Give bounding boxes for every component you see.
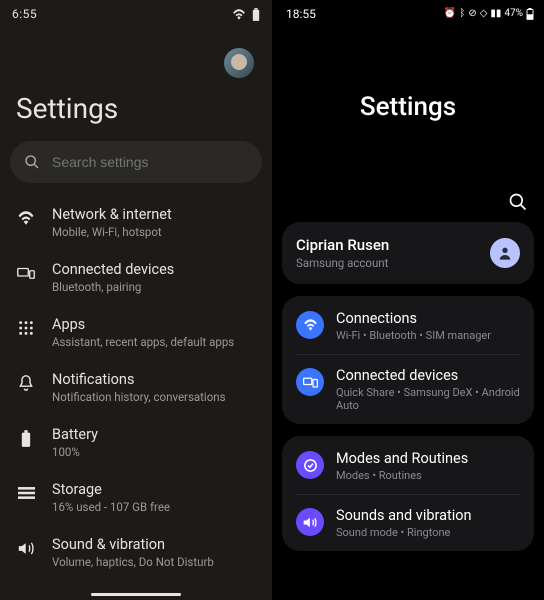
item-sub: Volume, haptics, Do Not Disturb (52, 555, 214, 569)
item-sub: Quick Share • Samsung DeX • Android Auto (336, 386, 520, 412)
samsung-settings-screen: 18:55 ⏰ ᛒ ⊘ ◇ ▮▮ 47% Settings Ciprian Ru… (272, 0, 544, 600)
search-input[interactable] (52, 154, 248, 170)
item-sub: 100% (52, 445, 98, 459)
item-label: Connected devices (336, 367, 520, 384)
dnd-icon: ⊘ (468, 8, 476, 19)
item-sub: Modes • Routines (336, 469, 468, 482)
devices-icon (16, 263, 36, 283)
apps-icon (16, 318, 36, 338)
page-title: Settings (0, 78, 272, 141)
account-card[interactable]: Ciprian Rusen Samsung account (282, 222, 534, 284)
bell-icon (16, 373, 36, 393)
profile-avatar[interactable] (224, 48, 254, 78)
devices-icon (296, 368, 324, 396)
check-circle-icon (296, 451, 324, 479)
item-sub: Wi-Fi • Bluetooth • SIM manager (336, 329, 491, 342)
item-storage[interactable]: Storage 16% used - 107 GB free (6, 470, 266, 525)
item-sub: Assistant, recent apps, default apps (52, 335, 234, 349)
account-name: Ciprian Rusen (296, 236, 389, 254)
battery-icon (16, 428, 36, 448)
status-time: 18:55 (286, 7, 316, 21)
wifi-icon (16, 208, 36, 228)
alarm-icon: ⏰ (444, 8, 456, 19)
person-icon (490, 238, 520, 268)
item-label: Battery (52, 426, 98, 443)
battery-icon (252, 8, 260, 21)
item-label: Connected devices (52, 261, 174, 278)
account-sub: Samsung account (296, 256, 389, 270)
group-connections: Connections Wi-Fi • Bluetooth • SIM manag… (282, 296, 534, 424)
item-label: Connections (336, 310, 491, 327)
pixel-settings-screen: 6:55 Settings Network & internet Mobile, … (0, 0, 272, 600)
item-battery[interactable]: Battery 100% (6, 415, 266, 470)
item-connections[interactable]: Connections Wi-Fi • Bluetooth • SIM manag… (282, 296, 534, 354)
item-label: Apps (52, 316, 234, 333)
volume-icon (16, 538, 36, 558)
battery-icon (526, 8, 534, 20)
item-network[interactable]: Network & internet Mobile, Wi-Fi, hotspot (6, 195, 266, 250)
search-bar[interactable] (10, 141, 262, 183)
wifi-icon (232, 9, 246, 20)
item-apps[interactable]: Apps Assistant, recent apps, default apps (6, 305, 266, 360)
item-notifications[interactable]: Notifications Notification history, conve… (6, 360, 266, 415)
volume-icon (296, 508, 324, 536)
search-icon (24, 154, 40, 170)
item-sounds[interactable]: Sounds and vibration Sound mode • Rington… (296, 494, 520, 551)
item-sub: 16% used - 107 GB free (52, 500, 170, 514)
item-sub: Sound mode • Ringtone (336, 526, 472, 539)
item-label: Network & internet (52, 206, 172, 223)
battery-text: 47% (504, 8, 523, 19)
item-label: Sounds and vibration (336, 507, 472, 524)
item-label: Sound & vibration (52, 536, 214, 553)
group-modes: Modes and Routines Modes • Routines Sound… (282, 436, 534, 551)
item-sound[interactable]: Sound & vibration Volume, haptics, Do Not… (6, 525, 266, 580)
status-icons (232, 8, 260, 21)
search-icon[interactable] (508, 192, 528, 212)
settings-list: Network & internet Mobile, Wi-Fi, hotspot… (0, 183, 272, 580)
item-sub: Bluetooth, pairing (52, 280, 174, 294)
storage-icon (16, 483, 36, 503)
bluetooth-icon: ᛒ (459, 8, 465, 19)
item-label: Modes and Routines (336, 450, 468, 467)
item-label: Storage (52, 481, 170, 498)
item-sub: Notification history, conversations (52, 390, 226, 404)
item-sub: Mobile, Wi-Fi, hotspot (52, 225, 172, 239)
item-label: Notifications (52, 371, 226, 388)
item-connected-devices[interactable]: Connected devices Bluetooth, pairing (6, 250, 266, 305)
page-title: Settings (272, 22, 544, 192)
signal-icon: ▮▮ (490, 8, 501, 19)
wifi-icon: ◇ (480, 8, 488, 19)
status-time: 6:55 (12, 7, 37, 21)
status-icons: ⏰ ᛒ ⊘ ◇ ▮▮ 47% (444, 8, 534, 20)
nav-handle[interactable] (91, 593, 181, 596)
status-bar: 6:55 (0, 0, 272, 22)
item-connected-devices[interactable]: Connected devices Quick Share • Samsung D… (296, 354, 520, 424)
wifi-icon (296, 311, 324, 339)
status-bar: 18:55 ⏰ ᛒ ⊘ ◇ ▮▮ 47% (272, 0, 544, 22)
item-modes[interactable]: Modes and Routines Modes • Routines (282, 436, 534, 494)
